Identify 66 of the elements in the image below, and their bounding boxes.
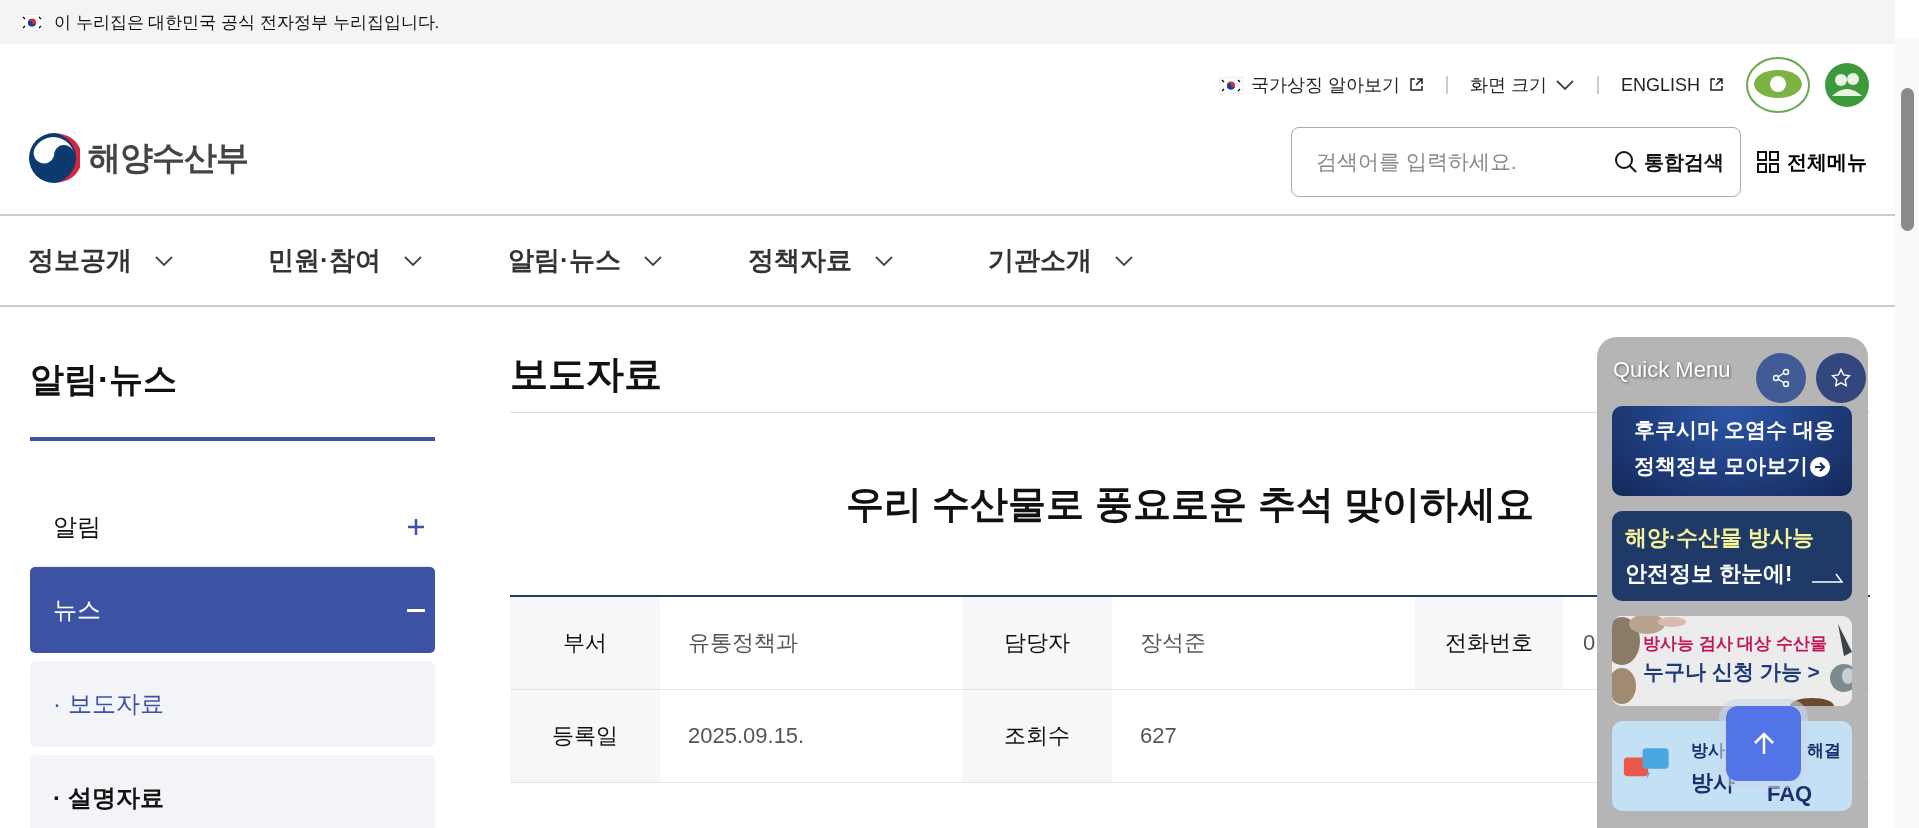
banner-text: 정책정보 모아보기 [1634, 453, 1808, 479]
grid-icon [1757, 151, 1779, 173]
sidebar-subitem[interactable]: · 보도자료 [30, 661, 435, 747]
caret-icon [1114, 254, 1134, 267]
banner-text: FAQ [1767, 783, 1813, 805]
banner-text: 방사 [1691, 769, 1735, 797]
banner-text: 해결 [1807, 740, 1841, 762]
caret-icon [402, 254, 423, 267]
emblem-icon [28, 132, 80, 184]
accessibility-mark-icon [1746, 55, 1810, 115]
privacy-mark-icon [1824, 62, 1870, 108]
search-icon [1614, 150, 1638, 174]
share-icon [1771, 368, 1791, 388]
logo-text[interactable]: 해양수산부 [88, 135, 248, 181]
search-button[interactable]: 통합검색 [1614, 148, 1724, 176]
banner-text: 방사 [1691, 740, 1725, 762]
quick-banner[interactable]: 해양·수산물 방사능 안전정보 한눈에! [1612, 511, 1852, 601]
banner-text: 해양·수산물 방사능 [1625, 524, 1815, 552]
caret-icon [154, 254, 174, 267]
sidebar-title: 알림·뉴스 [30, 307, 435, 441]
meta-value: 627 [1139, 722, 1178, 750]
utility-link[interactable]: 화면 크기 [1469, 73, 1575, 97]
quick-menu-title: Quick Menu [1613, 357, 1731, 383]
caret-icon [642, 254, 663, 267]
caret-icon [874, 254, 894, 267]
nav-item[interactable]: 정보공개 [28, 243, 268, 278]
meta-value: 2025.09.15. [687, 722, 806, 750]
meta-value: 유통정책과 [687, 629, 799, 657]
meta-value: 장석준 [1139, 629, 1207, 657]
meta-label: 전화번호 [1415, 597, 1563, 689]
meta-label: 담당자 [962, 597, 1112, 689]
nav-item[interactable]: 알림·뉴스 [508, 243, 748, 278]
all-menu-button[interactable]: 전체메뉴 [1757, 148, 1867, 176]
flag-icon [20, 13, 44, 31]
plus-icon [407, 517, 425, 536]
search-field[interactable]: 검색어를 입력하세요. 통합검색 [1291, 127, 1741, 197]
sidebar-subitem[interactable]: · 설명자료 [30, 755, 435, 828]
scrollbar[interactable] [1895, 38, 1919, 828]
meta-label: 부서 [510, 597, 660, 689]
quick-banner[interactable]: 후쿠시마 오염수 대응 정책정보 모아보기 [1612, 406, 1852, 496]
quick-banner[interactable]: 방사능 검사 대상 수산물 누구나 신청 가능 > [1612, 616, 1852, 706]
sidebar-item[interactable]: 뉴스 [30, 567, 435, 653]
banner-text: 방사능 검사 대상 수산물 [1643, 633, 1828, 655]
nav-item[interactable]: 정책자료 [748, 243, 988, 278]
meta-value: 0 [1583, 629, 1596, 657]
caret-icon [1554, 79, 1575, 91]
utility-link[interactable]: 국가상징 알아보기 [1218, 73, 1424, 97]
share-button[interactable] [1756, 353, 1806, 403]
banner-text: 누구나 신청 가능 > [1643, 659, 1820, 685]
bookmark-button[interactable] [1816, 353, 1866, 403]
star-icon [1831, 368, 1851, 388]
meta-label: 조회수 [962, 690, 1112, 782]
meta-label: 등록일 [510, 690, 660, 782]
flag-icon [1218, 76, 1243, 94]
article-title: 우리 수산물로 풍요로운 추석 맞이하세요 [845, 481, 1535, 527]
external-link-icon [1407, 77, 1424, 93]
gov-notice-text: 이 누리집은 대한민국 공식 전자정부 누리집입니다. [54, 11, 440, 34]
minus-icon [407, 608, 425, 612]
banner-text: 후쿠시마 오염수 대응 [1634, 417, 1835, 443]
nav-item[interactable]: 기관소개 [988, 243, 1228, 278]
external-link-icon [1708, 77, 1724, 93]
arrow-circle-icon [1810, 457, 1830, 477]
banner-text: 안전정보 한눈에! [1625, 560, 1793, 588]
utility-link[interactable]: ENGLISH [1620, 74, 1724, 96]
scrollbar-thumb[interactable] [1901, 88, 1914, 231]
nav-item[interactable]: 민원·참여 [268, 243, 508, 278]
